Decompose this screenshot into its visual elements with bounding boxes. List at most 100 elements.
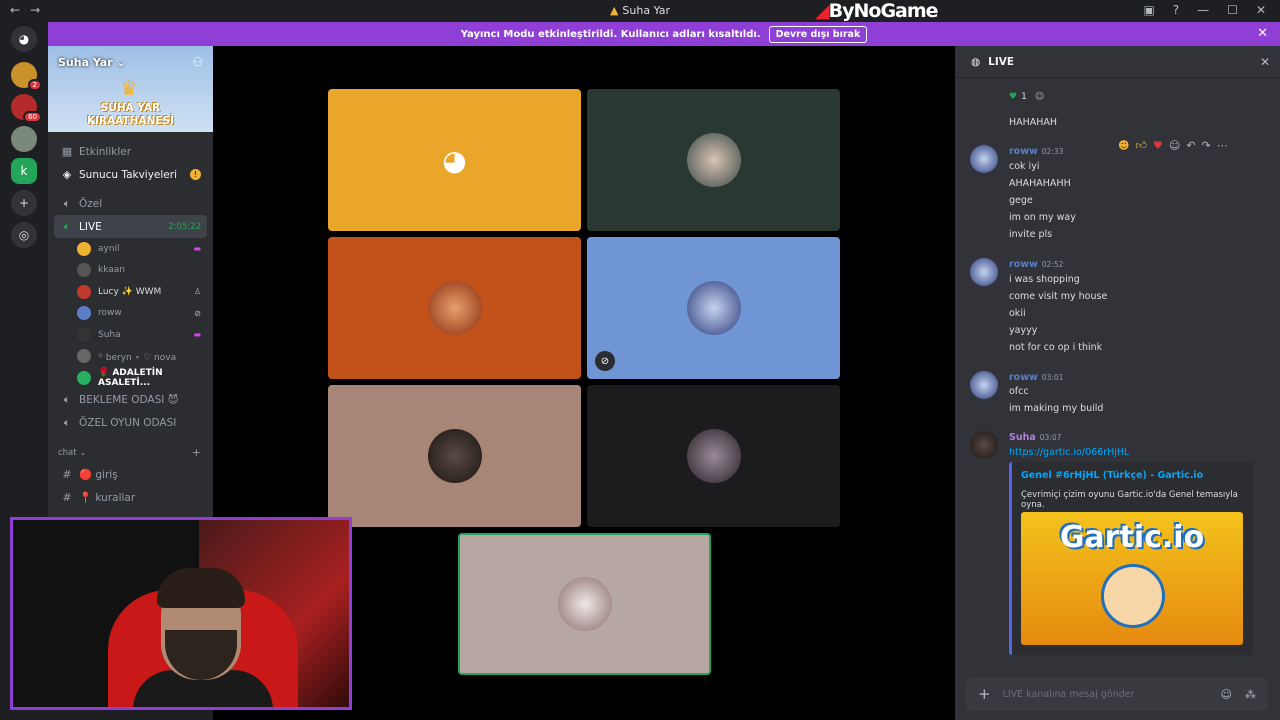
forward-icon[interactable]: ↷ <box>1202 139 1211 152</box>
minimize-button[interactable]: — <box>1197 3 1209 17</box>
message-text: AHAHAHAHH <box>1009 178 1071 189</box>
message-text: cok iyi <box>1009 161 1040 172</box>
voice-tile[interactable]: ⊘ <box>587 237 840 379</box>
mute-icon: ⊘ <box>194 308 201 318</box>
voice-tile-speaking[interactable] <box>458 533 711 675</box>
maximize-button[interactable]: ☐ <box>1227 3 1238 17</box>
live-icon: ▬ <box>193 330 201 340</box>
channel-kurallar[interactable]: # 📍 kurallar <box>48 486 213 509</box>
speaker-icon: 🔈︎ <box>63 219 71 233</box>
server-icon: ▲ <box>609 4 619 17</box>
voice-user[interactable]: kkaan <box>48 260 213 282</box>
message-text: come visit my house <box>1009 291 1108 302</box>
invite-icon[interactable]: ⚇ <box>192 55 203 69</box>
voice-user[interactable]: roww ⊘ <box>48 303 213 325</box>
voice-user[interactable]: Suha ▬ <box>48 324 213 346</box>
channel-events[interactable]: ▦ Etkinlikler <box>48 140 213 163</box>
voice-tile[interactable] <box>328 385 581 527</box>
avatar <box>686 281 741 335</box>
channel-bekleme[interactable]: 🔈︎ BEKLEME ODASI 😈 <box>48 389 213 412</box>
voice-tile[interactable] <box>328 237 581 379</box>
message-text: i was shopping <box>1009 274 1080 285</box>
green-heart-icon: ♥ <box>1009 92 1018 102</box>
server-icon-kick[interactable]: k <box>11 158 37 184</box>
emoji-icon[interactable]: ☺ <box>1221 688 1232 701</box>
message-author[interactable]: roww 03:01 <box>1009 372 1063 383</box>
brand-logo: ◢ByNoGame <box>815 0 939 22</box>
reaction-chip[interactable]: ♥ 1 <box>1009 92 1027 102</box>
avatar[interactable] <box>970 431 998 459</box>
attach-plus-icon[interactable]: + <box>978 685 991 703</box>
channel-sidebar: Suha Yar ⌄ ⚇ ♛ SUHA YAR KIRAATHANESİ ▦ Etk… <box>48 46 213 520</box>
message-text: yayyy <box>1009 325 1038 336</box>
voice-user[interactable]: 🌹 ADALETİN ASALETİ... <box>48 367 213 389</box>
streamer-mode-banner: Yayıncı Modu etkinleştirildi. Kullanıcı … <box>48 22 1280 46</box>
server-name[interactable]: Suha Yar ⌄ <box>58 56 126 69</box>
add-server-icon[interactable]: + <box>11 190 37 216</box>
explore-icon[interactable]: ◎ <box>11 222 37 248</box>
add-channel-icon: + <box>191 446 201 459</box>
avatar[interactable] <box>970 145 998 173</box>
embed-title[interactable]: Genel #6rHjHL (Türkçe) - Gartic.io <box>1021 470 1203 481</box>
deafen-icon: ♙ <box>193 287 201 297</box>
message-toolbar: ☻ 👍︎ ♥ ☺ ↶ ↷ ⋯ <box>1118 134 1268 156</box>
message-author[interactable]: roww 02:33 <box>1009 146 1063 157</box>
message-text: invite pls <box>1009 229 1053 240</box>
inbox-icon[interactable]: ▣ <box>1143 3 1154 17</box>
emoji-reaction-icon[interactable]: ☻ <box>1118 139 1129 152</box>
avatar[interactable] <box>970 258 998 286</box>
heart-icon[interactable]: ♥ <box>1153 139 1163 152</box>
message-text: im on my way <box>1009 212 1076 223</box>
add-reaction-icon[interactable]: ☺ <box>1035 92 1044 102</box>
channel-boosts[interactable]: ◈ Sunucu Takviyeleri! <box>48 163 213 186</box>
avatar <box>686 429 741 483</box>
close-window-button[interactable]: ✕ <box>1256 3 1266 17</box>
reply-icon[interactable]: ↶ <box>1186 139 1195 152</box>
server-banner[interactable]: Suha Yar ⌄ ⚇ ♛ SUHA YAR KIRAATHANESİ <box>48 46 213 132</box>
crown-icon: ♛ <box>120 76 138 100</box>
voice-user[interactable]: aynil ▬ <box>48 238 213 260</box>
close-chat-icon[interactable]: ✕ <box>1260 55 1270 69</box>
close-banner-icon[interactable]: ✕ <box>1257 26 1268 41</box>
server-icon-2[interactable]: 60 <box>11 94 42 123</box>
message-text: okii <box>1009 308 1026 319</box>
channel-oyun[interactable]: 🔈︎ ÖZEL OYUN ODASI <box>48 412 213 435</box>
server-icon-suha[interactable]: 2 <box>11 62 42 91</box>
add-reaction-icon[interactable]: ☺ <box>1169 139 1180 152</box>
message-text: HAHAHAH <box>1009 117 1058 128</box>
server-icon-3[interactable] <box>11 126 37 152</box>
voice-user[interactable]: Lucy ✨ WWM ♙ <box>48 281 213 303</box>
avatar[interactable] <box>970 371 998 399</box>
embed-image-word: Gartic.io <box>1059 520 1205 555</box>
avatar <box>427 429 482 483</box>
channel-giris[interactable]: # 🔴 giriş <box>48 463 213 486</box>
message-placeholder: LIVE kanalına mesaj gönder <box>1002 688 1135 700</box>
embed-description: Çevrimiçi çizim oyunu Gartic.io'da Genel… <box>1021 490 1238 510</box>
title-bar: ← → ▲ Suha Yar ▣ ? — ☐ ✕ <box>0 0 1280 22</box>
message-author[interactable]: roww 02:52 <box>1009 259 1063 270</box>
chat-header: ◍ LIVE ✕ <box>955 46 1280 78</box>
hash-icon: # <box>62 490 72 504</box>
message-link[interactable]: https://gartic.io/066rHjHL <box>1009 447 1129 458</box>
discord-home-icon[interactable]: ◕ <box>11 26 37 52</box>
message-author[interactable]: Suha 03:07 <box>1009 432 1061 443</box>
channel-ozel[interactable]: 🔈︎ Özel <box>48 192 213 215</box>
thumbs-up-icon[interactable]: 👍︎ <box>1135 139 1147 152</box>
voice-user[interactable]: ꙳ beryn ⋆ ♡ nova <box>48 346 213 368</box>
apps-icon[interactable]: ⁂ <box>1245 688 1256 701</box>
channel-live[interactable]: 🔈︎ LIVE 2:05:22 <box>54 215 207 238</box>
more-icon[interactable]: ⋯ <box>1217 139 1228 152</box>
voice-tile[interactable] <box>587 385 840 527</box>
voice-tile[interactable]: ◕ <box>328 89 581 231</box>
message-input[interactable]: + LIVE kanalına mesaj gönder ☺ ⁂ <box>966 677 1268 711</box>
embed-image[interactable]: Gartic.io <box>1021 512 1243 645</box>
voice-tile[interactable] <box>587 89 840 231</box>
category-chat[interactable]: chat ⌄ + <box>48 443 213 463</box>
help-icon[interactable]: ? <box>1173 3 1179 17</box>
server-logo-text: SUHA YAR KIRAATHANESİ <box>86 102 175 127</box>
link-embed: Genel #6rHjHL (Türkçe) - Gartic.io Çevri… <box>1009 462 1253 655</box>
chat-bubble-icon: ◍ <box>971 55 981 68</box>
disable-streamer-mode-button[interactable]: Devre dışı bırak <box>768 25 868 43</box>
discord-logo-icon: ◕ <box>442 143 467 177</box>
warning-icon: ! <box>190 169 201 180</box>
